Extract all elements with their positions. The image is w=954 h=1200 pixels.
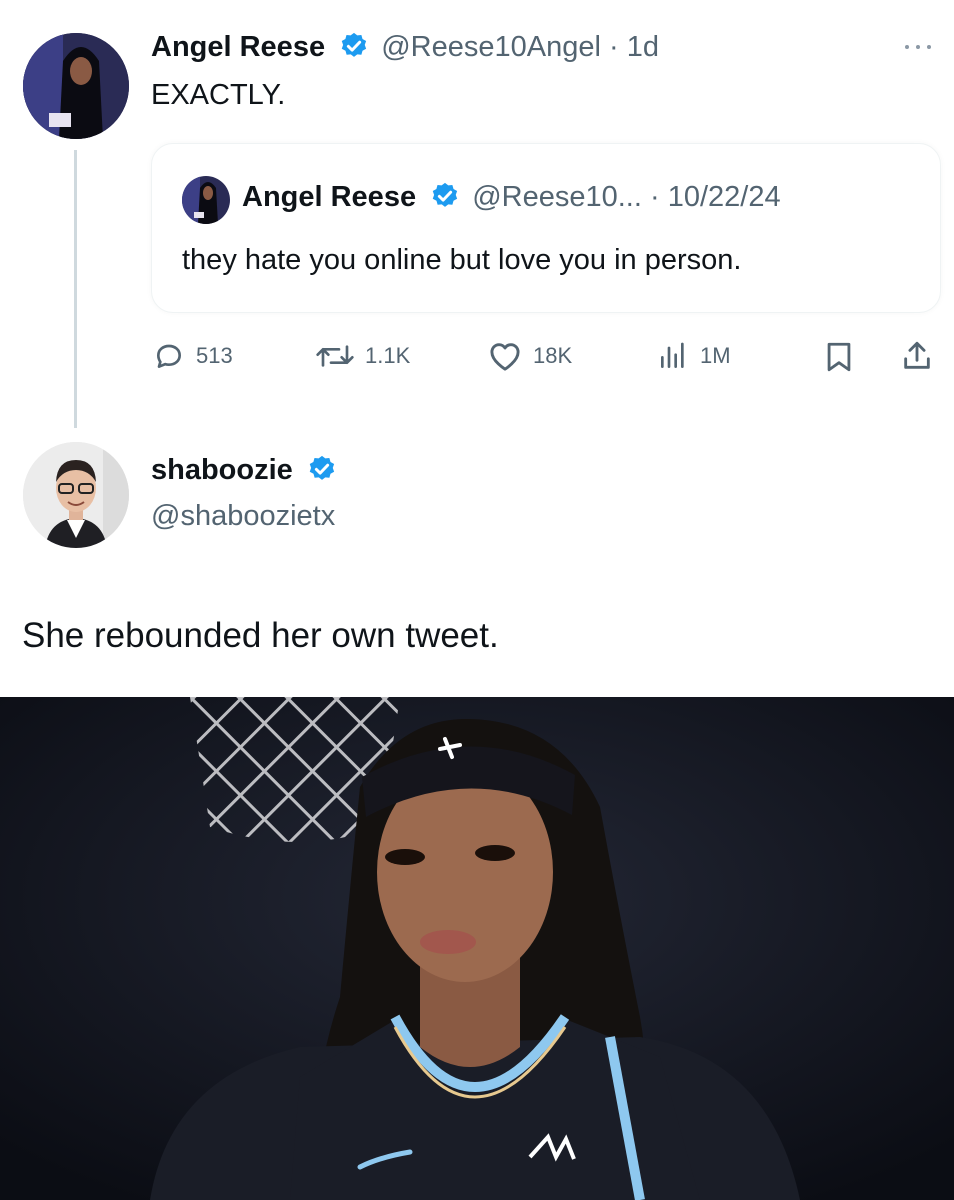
bookmark-icon	[827, 342, 851, 372]
share-button[interactable]	[900, 338, 934, 379]
quoted-tweet-header: Angel Reese @Reese10... · 10/22/24	[242, 181, 781, 215]
heart-icon	[490, 343, 520, 371]
retweet-icon	[316, 345, 354, 367]
reply-button[interactable]: 513	[152, 340, 233, 372]
quoted-author-handle[interactable]: @Reese10...	[472, 181, 642, 213]
more-options-button[interactable]	[900, 40, 936, 54]
author-handle[interactable]: @Reese10Angel	[381, 31, 601, 63]
bookmark-button[interactable]	[822, 340, 856, 379]
separator-dot: ·	[649, 181, 660, 213]
tweet-text: EXACTLY.	[151, 79, 286, 111]
like-button[interactable]: 18K	[487, 340, 572, 372]
thread-line	[74, 150, 77, 428]
reply-text: She rebounded her own tweet.	[22, 616, 499, 655]
quoted-author-avatar[interactable]	[182, 176, 230, 224]
reply-icon	[157, 344, 181, 368]
share-icon	[904, 341, 930, 369]
retweet-button[interactable]: 1.1K	[315, 340, 410, 372]
like-count: 18K	[533, 343, 573, 368]
reply-author-name[interactable]: shaboozie	[151, 454, 293, 486]
tweet-time[interactable]: 1d	[627, 31, 659, 63]
views-bar-chart-icon	[661, 342, 684, 368]
author-avatar[interactable]	[23, 33, 129, 139]
separator-dot: ·	[608, 31, 619, 63]
author-name[interactable]: Angel Reese	[151, 31, 325, 63]
verified-badge-icon	[432, 183, 458, 208]
more-dots-icon	[905, 45, 931, 49]
retweet-count: 1.1K	[365, 343, 411, 368]
quoted-tweet-date[interactable]: 10/22/24	[668, 181, 781, 213]
views-button[interactable]: 1M	[656, 340, 731, 372]
quoted-tweet-text: they hate you online but love you in per…	[182, 244, 742, 276]
view-count: 1M	[700, 343, 731, 368]
reply-author-handle[interactable]: @shaboozietx	[151, 500, 335, 533]
reply-author-line: shaboozie	[151, 454, 337, 488]
attached-photo[interactable]	[0, 697, 954, 1200]
verified-badge-icon	[309, 456, 334, 481]
verified-badge-icon	[341, 33, 367, 58]
quoted-tweet-card[interactable]	[151, 143, 941, 313]
reply-author-avatar[interactable]	[23, 442, 129, 548]
reply-count: 513	[196, 343, 233, 368]
quoted-author-name[interactable]: Angel Reese	[242, 181, 416, 213]
tweet-header: Angel Reese @Reese10Angel · 1d	[151, 31, 659, 65]
